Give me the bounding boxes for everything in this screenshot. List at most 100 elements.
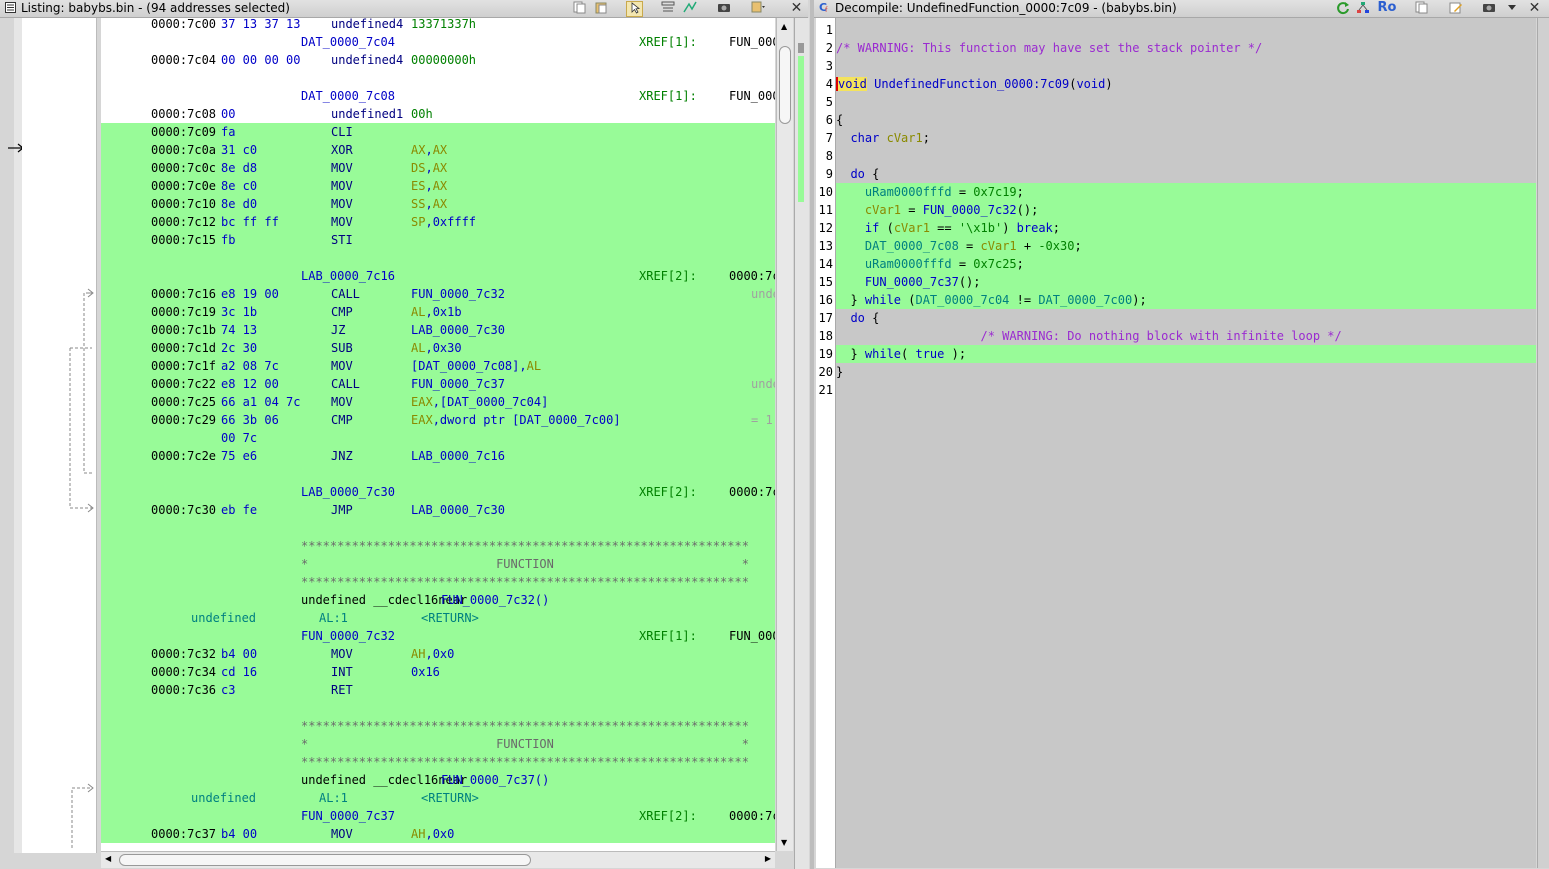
listing-code-view[interactable]: 0000:7c00 37 13 37 13 undefined4 13371337h D… xyxy=(101,18,775,851)
scroll-down-icon[interactable]: ▼ xyxy=(781,838,787,847)
code-token[interactable]: = xyxy=(901,203,923,217)
listing-overview-bar[interactable] xyxy=(794,18,809,869)
decompile-line[interactable]: { xyxy=(836,111,1536,129)
decompile-line[interactable]: uRam0000fffd = 0x7c19; xyxy=(836,183,1536,201)
decompile-snapshot-icon[interactable] xyxy=(1481,1,1496,15)
decompile-line[interactable] xyxy=(836,57,1536,75)
listing-instruction-row[interactable]: 0000:7c1b 74 13 JZ LAB_0000_7c30 xyxy=(101,321,775,339)
code-token[interactable]: ); xyxy=(944,347,966,361)
code-token[interactable]: ( xyxy=(879,221,894,235)
listing-vertical-scrollbar[interactable]: ▲ ▼ xyxy=(776,18,793,851)
listing-label-row[interactable]: LAB_0000_7c16 XREF[2]: 0000:7c xyxy=(101,267,775,285)
decompile-line[interactable]: } while (DAT_0000_7c04 != DAT_0000_7c00)… xyxy=(836,291,1536,309)
listing-instruction-row[interactable]: 0000:7c1f a2 08 7c MOV [DAT_0000_7c08],AL xyxy=(101,357,775,375)
decompile-close-icon[interactable]: ✕ xyxy=(1527,1,1542,15)
listing-row[interactable]: ****************************************… xyxy=(101,537,775,555)
code-token[interactable]: { xyxy=(836,113,843,127)
code-token[interactable]: ); xyxy=(1132,293,1146,307)
decompile-menu-icon[interactable] xyxy=(1504,1,1519,15)
edit-signature-icon[interactable] xyxy=(1448,1,1463,15)
code-token[interactable]: 0x7c25 xyxy=(973,257,1016,271)
code-token[interactable]: cVar1 xyxy=(981,239,1017,253)
listing-instruction-row[interactable]: 0000:7c25 66 a1 04 7c MOV EAX,[DAT_0000_7c0… xyxy=(101,393,775,411)
code-token[interactable]: cVar1 xyxy=(887,131,923,145)
listing-instruction-row[interactable]: 0000:7c0a 31 c0 XOR AX,AX xyxy=(101,141,775,159)
code-token[interactable]: (); xyxy=(959,275,981,289)
decompile-line[interactable]: uRam0000fffd = 0x7c25; xyxy=(836,255,1536,273)
code-token[interactable]: { xyxy=(865,167,879,181)
listing-row[interactable]: ****************************************… xyxy=(101,717,775,735)
code-token[interactable]: { xyxy=(865,311,879,325)
code-token[interactable]: if xyxy=(865,221,879,235)
listing-instruction-row[interactable]: 0000:7c0e 8e c0 MOV ES,AX xyxy=(101,177,775,195)
code-token[interactable]: '\x1b' xyxy=(959,221,1002,235)
listing-instruction-row[interactable]: 0000:7c10 8e d0 MOV SS,AX xyxy=(101,195,775,213)
menu-options-icon[interactable] xyxy=(750,1,765,15)
code-token[interactable] xyxy=(836,329,981,343)
code-token[interactable]: + xyxy=(1017,239,1039,253)
code-token[interactable]: } xyxy=(836,347,865,361)
code-token[interactable]: do xyxy=(850,311,864,325)
listing-instruction-row[interactable]: 0000:7c15 fb STI xyxy=(101,231,775,249)
listing-instruction-row[interactable]: 0000:7c04 00 00 00 00 undefined4 00000000h xyxy=(101,51,775,69)
code-token[interactable]: ; xyxy=(1017,185,1024,199)
listing-label-row[interactable]: DAT_0000_7c04 XREF[1]: FUN_000 xyxy=(101,33,775,51)
listing-label-row[interactable]: FUN_0000_7c32 XREF[1]: FUN_000 xyxy=(101,627,775,645)
listing-hscroll-thumb[interactable] xyxy=(119,854,531,866)
code-token[interactable]: = xyxy=(959,239,981,253)
decompile-line[interactable]: } while( true ); xyxy=(836,345,1536,363)
code-token[interactable]: == xyxy=(930,221,959,235)
scroll-up-icon[interactable]: ▲ xyxy=(781,22,787,31)
code-token[interactable]: ) xyxy=(1105,77,1112,91)
code-token[interactable]: void xyxy=(1076,77,1105,91)
decompile-line[interactable]: void UndefinedFunction_0000:7c09(void) xyxy=(836,75,1536,93)
decompile-line[interactable]: /* WARNING: Do nothing block with infini… xyxy=(836,327,1536,345)
code-token[interactable]: /* WARNING: Do nothing block with infini… xyxy=(981,329,1342,343)
code-token[interactable]: } xyxy=(836,293,865,307)
listing-instruction-row[interactable]: 0000:7c29 66 3b 06 CMP EAX,dword ptr [DAT_0… xyxy=(101,411,775,429)
listing-label-row[interactable]: LAB_0000_7c30 XREF[2]: 0000:7c xyxy=(101,483,775,501)
listing-instruction-row[interactable]: 0000:7c22 e8 12 00 CALL FUN_0000_7c37 unde xyxy=(101,375,775,393)
listing-instruction-row[interactable]: 0000:7c19 3c 1b CMP AL,0x1b xyxy=(101,303,775,321)
decompile-line[interactable]: DAT_0000_7c08 = cVar1 + -0x30; xyxy=(836,237,1536,255)
decompile-line[interactable]: /* WARNING: This function may have set t… xyxy=(836,39,1536,57)
code-token[interactable] xyxy=(836,131,850,145)
listing-instruction-row[interactable]: 0000:7c1d 2c 30 SUB AL,0x30 xyxy=(101,339,775,357)
code-token[interactable]: ( xyxy=(901,347,915,361)
cursor-follow-icon[interactable] xyxy=(626,1,643,17)
decompile-line[interactable]: do { xyxy=(836,165,1536,183)
listing-row[interactable]: 00 7c xyxy=(101,429,775,447)
edit-fields-icon[interactable] xyxy=(660,1,675,15)
code-token[interactable]: FUN_0000_7c32 xyxy=(923,203,1017,217)
code-token[interactable]: ( xyxy=(901,293,915,307)
decompile-line[interactable]: do { xyxy=(836,309,1536,327)
decompile-line[interactable]: } xyxy=(836,363,1536,381)
code-token[interactable]: uRam0000fffd xyxy=(865,185,952,199)
listing-vscroll-thumb[interactable] xyxy=(779,46,791,124)
code-token[interactable]: 0x7c19 xyxy=(973,185,1016,199)
graph-icon[interactable] xyxy=(1355,1,1370,15)
code-token[interactable]: != xyxy=(1009,293,1038,307)
code-token[interactable]: char xyxy=(850,131,879,145)
code-token[interactable]: FUN_0000_7c37 xyxy=(865,275,959,289)
listing-horizontal-scrollbar[interactable]: ◀ ▶ xyxy=(101,851,775,868)
listing-row[interactable]: undefined AL:1 <RETURN> xyxy=(101,609,775,627)
listing-instruction-row[interactable]: 0000:7c32 b4 00 MOV AH,0x0 xyxy=(101,645,775,663)
code-token[interactable]: = xyxy=(952,257,974,271)
code-token[interactable]: = xyxy=(952,185,974,199)
listing-row[interactable] xyxy=(101,69,775,87)
listing-row[interactable]: * FUNCTION * xyxy=(101,735,775,753)
code-token[interactable]: ) xyxy=(1002,221,1016,235)
code-token[interactable]: } xyxy=(836,365,843,379)
listing-row[interactable] xyxy=(101,699,775,717)
code-token[interactable] xyxy=(836,275,865,289)
code-token[interactable]: UndefinedFunction_0000:7c09 xyxy=(874,77,1069,91)
code-token[interactable]: do xyxy=(850,167,864,181)
listing-row[interactable] xyxy=(101,519,775,537)
listing-instruction-row[interactable]: 0000:7c37 b4 00 MOV AH,0x0 xyxy=(101,825,775,843)
code-token[interactable]: DAT_0000_7c00 xyxy=(1038,293,1132,307)
code-token[interactable]: void xyxy=(836,77,867,91)
code-token[interactable]: ; xyxy=(923,131,930,145)
decompile-line[interactable]: FUN_0000_7c37(); xyxy=(836,273,1536,291)
decompile-line[interactable] xyxy=(836,21,1536,39)
